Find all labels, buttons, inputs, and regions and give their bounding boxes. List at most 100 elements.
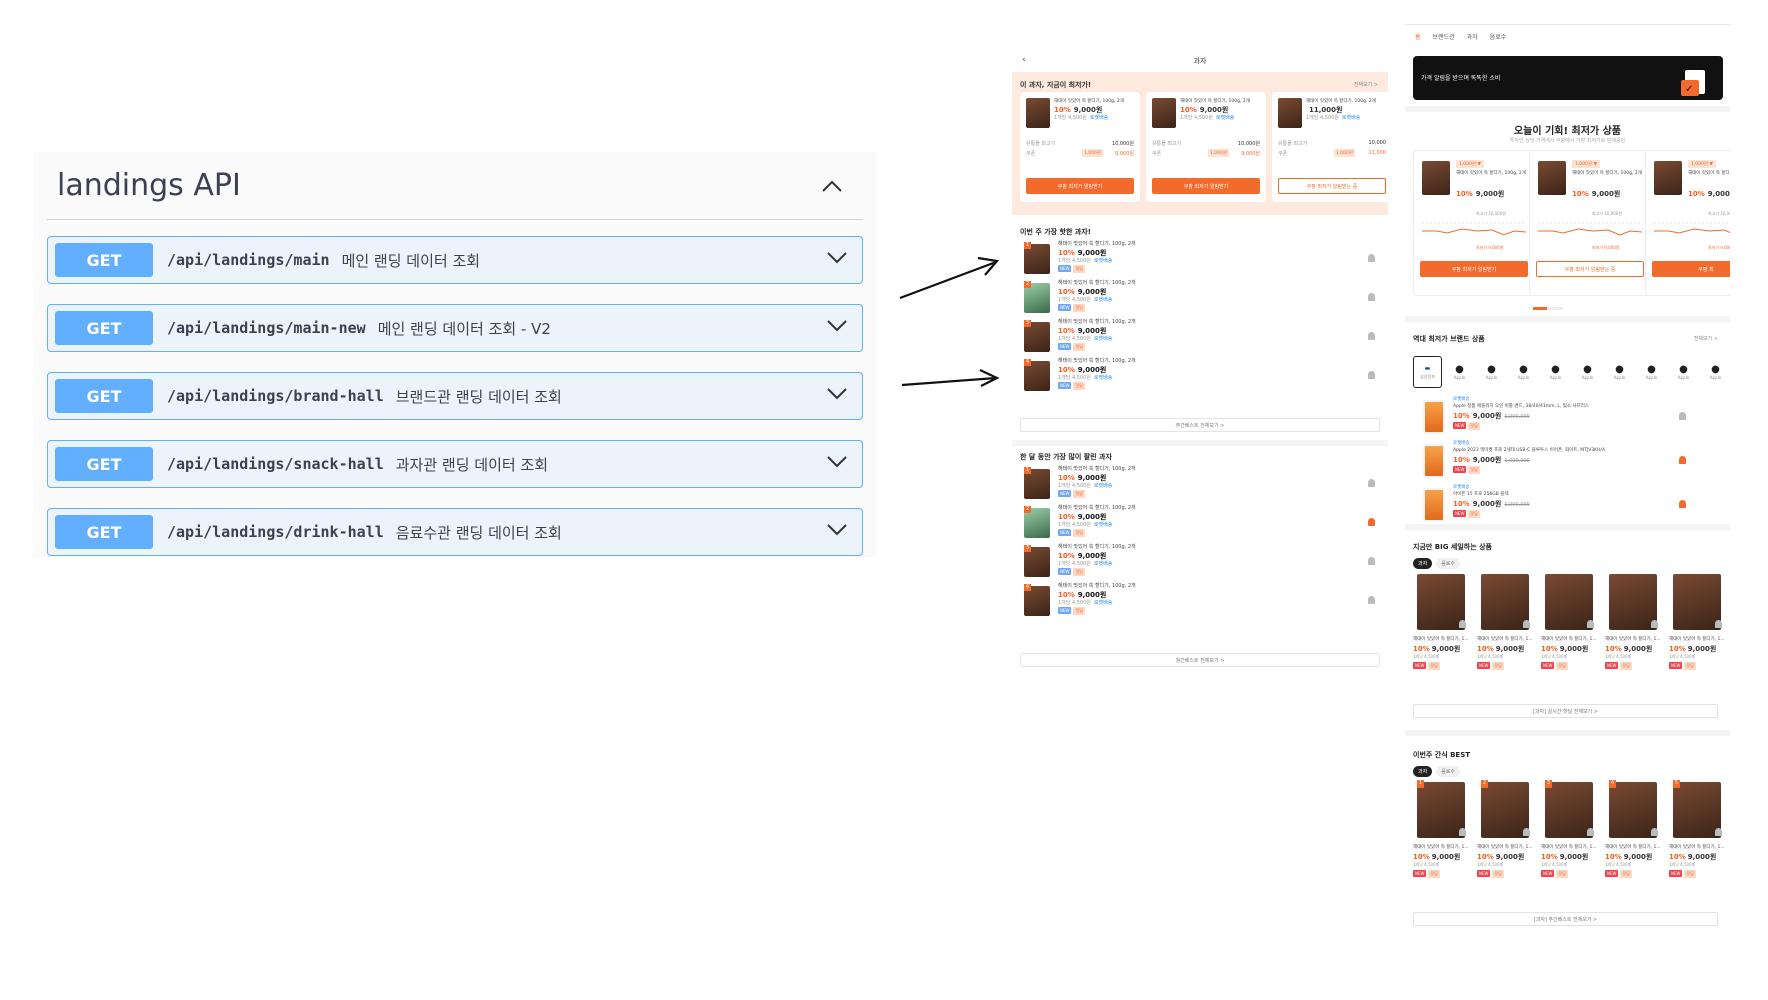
price-alert-button[interactable]: 쿠팡 최저가 알림받기 <box>1152 178 1260 194</box>
hot-deal-tag: 핫딜 <box>1073 382 1085 390</box>
list-item[interactable]: 3 해태이 맛있어 쏙 할디기, 100g, 2개 10% 9,000원 1개당 4,5… <box>1020 543 1380 585</box>
endpoint-row[interactable]: GET/api/landings/main 메인 랜딩 데이터 조회 <box>47 236 863 284</box>
bell-icon[interactable] <box>1368 596 1375 604</box>
bell-icon[interactable] <box>1679 412 1686 420</box>
unit-price: 1개당 4,500원 <box>1669 862 1696 867</box>
tag-group: NEW 핫딜 <box>1058 382 1087 390</box>
chevron-down-icon[interactable] <box>826 318 848 337</box>
weekly-best-more-button[interactable]: [과자] 주간베스트 전체보기 > <box>1413 912 1718 926</box>
hero-text: 가격 알림을 받으며 똑똑한 소비 <box>1421 75 1501 82</box>
brand-item[interactable]: ● Apple <box>1477 356 1506 388</box>
bell-icon[interactable] <box>1368 557 1375 565</box>
lowest-product-card[interactable]: 1,000원 ▼ 해태이 맛있어 쏙 할디기, 100g, 2개 10%9,000원… <box>1413 150 1533 296</box>
endpoint-row[interactable]: GET/api/landings/brand-hall 브랜드관 랜딩 데이터 조… <box>47 372 863 420</box>
lowest-product-card[interactable]: 1,000원 ▼ 해태이 맛있어 쏙 할디기, 100g, 2개 10%9,000원… <box>1645 150 1730 296</box>
lowest-product-card[interactable]: 1,000원 ▼ 해태이 맛있어 쏙 할디기, 100g, 2개 10%9,000원… <box>1529 150 1649 296</box>
weekly-best-more-button[interactable]: 주간베스트 전체보기 > <box>1020 418 1380 432</box>
brand-item[interactable]: ● Apple <box>1445 356 1474 388</box>
bell-icon[interactable] <box>1523 828 1530 836</box>
nav-snack[interactable]: 과자 <box>1467 32 1478 41</box>
chevron-up-icon[interactable] <box>821 179 843 193</box>
lowest-price-card[interactable]: 해태이 맛있어 쏙 할디기, 100g, 2개 10% 9,000원 1개당 4,50… <box>1146 92 1266 202</box>
bell-icon[interactable] <box>1368 254 1375 262</box>
chip-snack[interactable]: 과자 <box>1413 558 1433 569</box>
list-item[interactable]: 4 해태이 맛있어 쏙 할디기, 100g, 2개 10% 9,000원 1개당 4,5… <box>1020 582 1380 624</box>
nav-drink[interactable]: 음료수 <box>1490 32 1507 41</box>
product-card[interactable]: 1 2+ 해태이 맛있어 쏙 할디기, 1... 10% 9,000원 1개당 4,500… <box>1413 780 1471 887</box>
bell-icon[interactable] <box>1587 828 1594 836</box>
chevron-down-icon[interactable] <box>826 454 848 473</box>
product-card[interactable]: 2+ 해태이 맛있어 쏙 할디기, 1... 10% 9,000원 1개당 4,500원… <box>1605 574 1663 679</box>
chip-drink[interactable]: 음료수 <box>1436 558 1461 569</box>
brand-item[interactable]: ● Apple <box>1509 356 1538 388</box>
list-item[interactable]: 1 해태이 맛있어 쏙 할디기, 100g, 2개 10% 9,000원 1개당 4,5… <box>1020 240 1380 282</box>
price-alert-button[interactable]: 쿠팡 최 <box>1652 261 1730 277</box>
bell-icon[interactable] <box>1587 620 1594 628</box>
product-card[interactable]: 2 2+ 해태이 맛있어 쏙 할디기, 1... 10% 9,000원 1개당 4,500… <box>1477 780 1535 887</box>
brand-item[interactable]: ● Apple <box>1541 356 1570 388</box>
bell-icon[interactable] <box>1368 371 1375 379</box>
brand-item[interactable]: ● Apple <box>1605 356 1634 388</box>
chip-snack[interactable]: 과자 <box>1413 766 1433 777</box>
product-card[interactable]: 5 2+ 해태이 맛있어 쏙 할디기, 1... 10% 9,000원 1개당 4,500… <box>1669 780 1727 887</box>
bell-icon[interactable] <box>1523 620 1530 628</box>
product-price: 10%9,000원 <box>1605 644 1652 654</box>
price-alert-button[interactable]: 쿠팡 최저가 알림받기 <box>1026 178 1134 194</box>
product-card[interactable]: 4 2+ 해태이 맛있어 쏙 할디기, 1... 10% 9,000원 1개당 4,500… <box>1605 780 1663 887</box>
brand-item[interactable]: ● Apple <box>1637 356 1666 388</box>
product-card[interactable]: 3 2+ 해태이 맛있어 쏙 할디기, 1... 10% 9,000원 1개당 4,500… <box>1541 780 1599 887</box>
product-card[interactable]: 2+ 해태이 맛있어 쏙 할디기, 1... 10% 9,000원 1개당 4,500원… <box>1477 574 1535 679</box>
bell-icon[interactable] <box>1679 456 1686 464</box>
count-badge: 2+ <box>1675 622 1683 628</box>
chevron-down-icon[interactable] <box>826 522 848 541</box>
brand-product-row[interactable]: 로켓배송 Apple 2023 맥미켓 프로 2세대 USB-C 블루투스 이어폰… <box>1417 440 1717 482</box>
product-card[interactable]: 2+ 해태이 맛있어 쏙 할디기, 1... 10% 9,000원 1개당 4,500원… <box>1541 574 1599 679</box>
bell-icon[interactable] <box>1651 620 1658 628</box>
bell-icon[interactable] <box>1715 828 1722 836</box>
list-item[interactable]: 1 해태이 맛있어 쏙 할디기, 100g, 2개 10% 9,000원 1개당 4,5… <box>1020 465 1380 507</box>
chevron-down-icon[interactable] <box>826 250 848 269</box>
swagger-tag-header[interactable]: landings API <box>47 152 863 220</box>
bell-icon[interactable] <box>1459 828 1466 836</box>
chevron-left-icon[interactable]: ‹ <box>1022 55 1026 65</box>
endpoint-row[interactable]: GET/api/landings/main-new 메인 랜딩 데이터 조회 - … <box>47 304 863 352</box>
bell-icon[interactable] <box>1368 293 1375 301</box>
brand-item[interactable]: ● Apple <box>1701 356 1730 388</box>
price-alert-button[interactable]: 쿠팡 최저가 알림받기 <box>1420 261 1528 277</box>
endpoint-row[interactable]: GET/api/landings/drink-hall 음료수관 랜딩 데이터 조… <box>47 508 863 556</box>
price-alert-button[interactable]: 쿠팡 최저가 알림받는 중 <box>1278 178 1386 194</box>
product-name: 해태이 맛있어 쏙 할디기, 1... <box>1669 845 1725 850</box>
endpoint-row[interactable]: GET/api/landings/snack-hall 과자관 랜딩 데이터 조회 <box>47 440 863 488</box>
bell-icon[interactable] <box>1651 828 1658 836</box>
brand-see-all-link[interactable]: 전체보기 > <box>1694 335 1718 342</box>
chevron-down-icon[interactable] <box>826 386 848 405</box>
nav-brand-hall[interactable]: 브랜드관 <box>1433 32 1455 41</box>
brand-item[interactable]: ● Apple <box>1573 356 1602 388</box>
bell-icon[interactable] <box>1459 620 1466 628</box>
bell-icon[interactable] <box>1368 518 1375 526</box>
list-item[interactable]: 2 해태이 맛있어 쏙 할디기, 100g, 2개 10% 9,000원 1개당 4,5… <box>1020 279 1380 321</box>
list-item[interactable]: 4 해태이 맛있어 쏙 할디기, 100g, 2개 10% 9,000원 1개당 4,5… <box>1020 357 1380 399</box>
orig-price-value: 10,000원 <box>1237 141 1260 147</box>
hero-banner[interactable]: 가격 알림을 받으며 똑똑한 소비 ✓ <box>1413 56 1723 100</box>
bell-icon[interactable] <box>1679 500 1686 508</box>
list-item[interactable]: 2 해태이 맛있어 쏙 할디기, 100g, 2개 10% 9,000원 1개당 4,5… <box>1020 504 1380 546</box>
brand-item[interactable]: ▬ 삼성전자 <box>1413 356 1442 388</box>
big-sale-more-button[interactable]: [과자] 실시간 핫딜 전체보기 > <box>1413 704 1718 718</box>
monthly-best-more-button[interactable]: 월간베스트 전체보기 > <box>1020 653 1380 667</box>
chip-drink[interactable]: 음료수 <box>1436 766 1461 777</box>
product-card[interactable]: 2+ 해태이 맛있어 쏙 할디기, 1... 10% 9,000원 1개당 4,500원… <box>1669 574 1727 679</box>
bell-icon[interactable] <box>1368 332 1375 340</box>
price-alert-button[interactable]: 쿠팡 최저가 알림받는 중 <box>1536 261 1644 277</box>
lowest-price-card[interactable]: 해태이 맛있어 쏙 할디기, 100g, 2개 11,000원 1개당 4,500원… <box>1272 92 1388 202</box>
lowest-price-card[interactable]: 해태이 맛있어 쏙 할디기, 100g, 2개 10% 9,000원 1개당 4,50… <box>1020 92 1140 202</box>
list-item[interactable]: 3 해태이 맛있어 쏙 할디기, 100g, 2개 10% 9,000원 1개당 4,5… <box>1020 318 1380 360</box>
brand-product-row[interactable]: 로켓배송 아이폰 15 프로 256GB 블랙 10% 9,000원 1,000,000… <box>1417 484 1717 526</box>
product-card[interactable]: 2+ 해태이 맛있어 쏙 할디기, 1... 10% 9,000원 1개당 4,500원… <box>1413 574 1471 679</box>
nav-home[interactable]: 홈 <box>1415 32 1421 41</box>
bell-icon[interactable] <box>1368 479 1375 487</box>
brand-product-row[interactable]: 로켓배송 Apple 정품 애플워치 오인 비틀 밴드, 38/40/41mm, … <box>1417 396 1717 438</box>
brand-item[interactable]: ● Apple <box>1669 356 1698 388</box>
bell-icon[interactable] <box>1715 620 1722 628</box>
banner-see-all-link[interactable]: 전체보기 > <box>1354 81 1378 88</box>
